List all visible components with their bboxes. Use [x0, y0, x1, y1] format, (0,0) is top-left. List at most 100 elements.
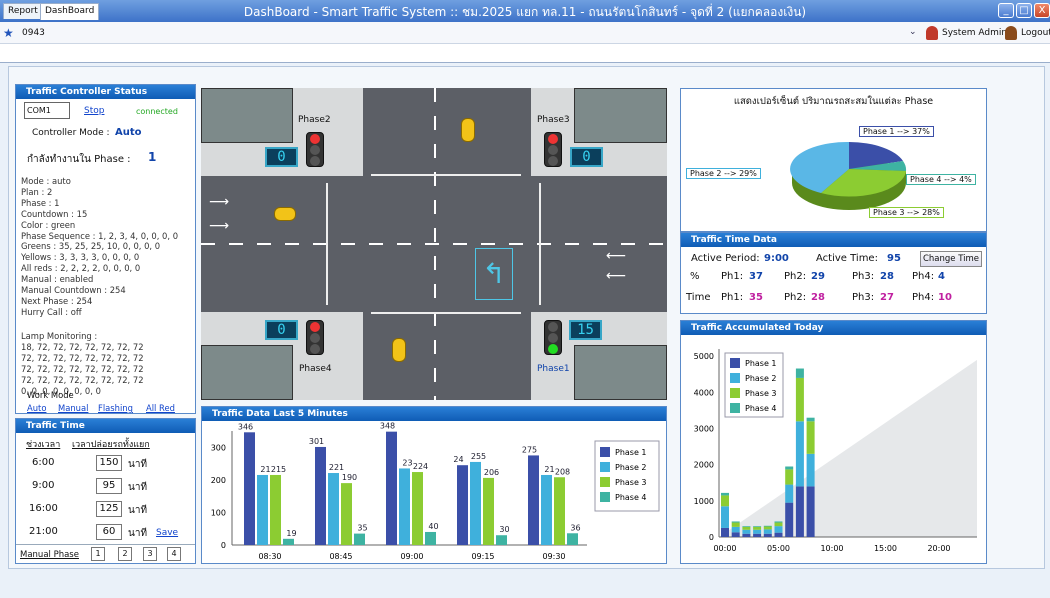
manual-phase-3-button[interactable]: 3	[143, 547, 157, 561]
data-label: 221	[329, 463, 344, 472]
traffic-time-header: Traffic Time	[16, 419, 195, 433]
bar	[567, 533, 578, 545]
y-tick-label: 5000	[694, 352, 714, 361]
percent-label: %	[690, 271, 700, 282]
legend-label: Phase 2	[615, 463, 647, 472]
mode-allred-link[interactable]: All Red	[146, 403, 175, 413]
legend-swatch	[730, 403, 740, 413]
y-tick-label: 1000	[694, 497, 714, 506]
tab-dashboard[interactable]: DashBoard	[40, 3, 100, 20]
legend-swatch	[730, 358, 740, 368]
manual-phase-1-button[interactable]: 1	[91, 547, 105, 561]
last5-bar-chart: 010020030034621 2151908:303012211903508:4…	[211, 422, 660, 561]
y-tick-label: 3000	[694, 425, 714, 434]
manual-phase-4-button[interactable]: 4	[167, 547, 181, 561]
stacked-bar-segment	[795, 486, 804, 537]
data-label: 215	[271, 465, 286, 474]
stacked-bar-segment	[785, 484, 794, 503]
manual-phase-link[interactable]: Manual Phase	[20, 550, 79, 560]
bar	[354, 533, 365, 545]
stop-line	[539, 183, 541, 305]
traffic-light-phase3	[544, 132, 562, 167]
minute-unit: นาที	[128, 482, 148, 493]
camera-feed-phase2[interactable]	[201, 88, 293, 143]
lamp-label: Lamp Monitoring :	[21, 331, 98, 341]
star-icon[interactable]: ★	[3, 26, 14, 40]
x-tick-label: 20:00	[927, 544, 950, 553]
stacked-bar-segment	[721, 495, 729, 507]
ph4-percent: 4	[938, 271, 945, 282]
stacked-bar-segment	[721, 527, 729, 537]
user-name[interactable]: System Admin	[942, 28, 1007, 38]
pie-label-phase1: Phase 1 --> 37%	[859, 126, 934, 137]
change-time-button[interactable]: Change Time	[920, 251, 982, 267]
lamp-monitoring: Lamp Monitoring : 18, 72, 72, 72, 72, 72…	[21, 331, 144, 396]
status-line: Mode : auto	[21, 176, 71, 186]
mode-manual-link[interactable]: Manual	[58, 403, 88, 413]
y-tick-label: 0	[709, 533, 714, 542]
ph3-percent: 28	[880, 271, 894, 282]
time-row-label: 9:00	[32, 480, 55, 491]
bar	[341, 483, 352, 545]
ph3-label: Ph3:	[852, 271, 875, 282]
current-phase-value: 1	[148, 150, 157, 164]
user-icon	[926, 26, 938, 40]
legend-label: Phase 4	[615, 493, 647, 502]
status-line: Greens : 35, 25, 25, 10, 0, 0, 0, 0	[21, 241, 161, 252]
ph3-time: 27	[880, 292, 894, 303]
lane-divider	[201, 243, 667, 245]
camera-feed-phase1[interactable]	[574, 345, 667, 400]
stacked-bar-segment	[742, 529, 751, 534]
bar	[283, 538, 294, 545]
camera-feed-phase4[interactable]	[201, 345, 293, 400]
mode-flashing-link[interactable]: Flashing	[98, 403, 133, 413]
mode-auto-link[interactable]: Auto	[27, 403, 46, 413]
accumulated-panel: Traffic Accumulated Today 0 1000 2000 3000 4…	[680, 320, 987, 564]
logout-icon[interactable]	[1005, 26, 1017, 40]
phase1-label: Phase1	[537, 364, 570, 374]
camera-feed-phase3[interactable]	[574, 88, 667, 143]
data-label: 21	[260, 465, 270, 474]
active-period-label: Active Period:	[691, 253, 760, 264]
traffic-time-panel: Traffic Time ช่วงเวลา เวลาปล่อยรถทั้งแยก…	[15, 418, 196, 564]
save-link[interactable]: Save	[156, 528, 178, 538]
legend-swatch	[600, 447, 610, 457]
pie-label-phase4: Phase 4 --> 4%	[906, 174, 976, 185]
turn-arrow-icon: ↰	[475, 248, 513, 300]
manual-phase-2-button[interactable]: 2	[118, 547, 132, 561]
tab-report[interactable]: Report	[3, 3, 43, 19]
accumulated-bar-chart: 0 1000 2000 3000 4000 5000 00:00 05:00 10:00 15:0…	[694, 349, 977, 553]
time-value-input[interactable]: 95	[96, 478, 122, 494]
x-tick-label: 09:00	[400, 552, 423, 561]
traffic-light-phase4	[306, 320, 324, 355]
stop-link[interactable]: Stop	[84, 106, 104, 116]
time-value-input[interactable]: 150	[96, 455, 122, 471]
time-value-input[interactable]: 60	[96, 524, 122, 540]
bar	[328, 473, 339, 545]
time-value-input[interactable]: 125	[96, 501, 122, 517]
stop-line	[326, 183, 328, 305]
port-field[interactable]: COM1	[24, 102, 70, 119]
active-period-value: 9:00	[764, 253, 789, 264]
data-label: 24	[453, 455, 463, 464]
chevron-down-icon[interactable]: ⌄	[909, 27, 917, 37]
stacked-bar-segment	[742, 526, 751, 527]
minimize-button[interactable]: _	[998, 3, 1014, 18]
stacked-bar-segment	[774, 526, 783, 533]
time-row-label: 16:00	[29, 503, 58, 514]
ph1-percent: 37	[749, 271, 763, 282]
connection-status: connected	[136, 107, 178, 116]
close-button[interactable]: X	[1034, 3, 1050, 18]
x-tick-label: 05:00	[767, 544, 790, 553]
terminal-code: 0943	[22, 28, 45, 38]
status-line: Yellows : 3, 3, 3, 3, 0, 0, 0, 0	[21, 252, 140, 263]
maximize-button[interactable]: □	[1016, 3, 1032, 18]
legend-swatch	[730, 388, 740, 398]
stacked-bar-segment	[731, 526, 740, 533]
pie-panel: แสดงเปอร์เซ็นต์ ปริมาณรถสะสมในแต่ละ Phas…	[680, 88, 987, 232]
data-label: 255	[471, 452, 486, 461]
logout-link[interactable]: Logout	[1021, 28, 1050, 38]
data-label: 40	[428, 522, 438, 531]
car-icon	[392, 338, 406, 362]
legend-swatch	[600, 492, 610, 502]
